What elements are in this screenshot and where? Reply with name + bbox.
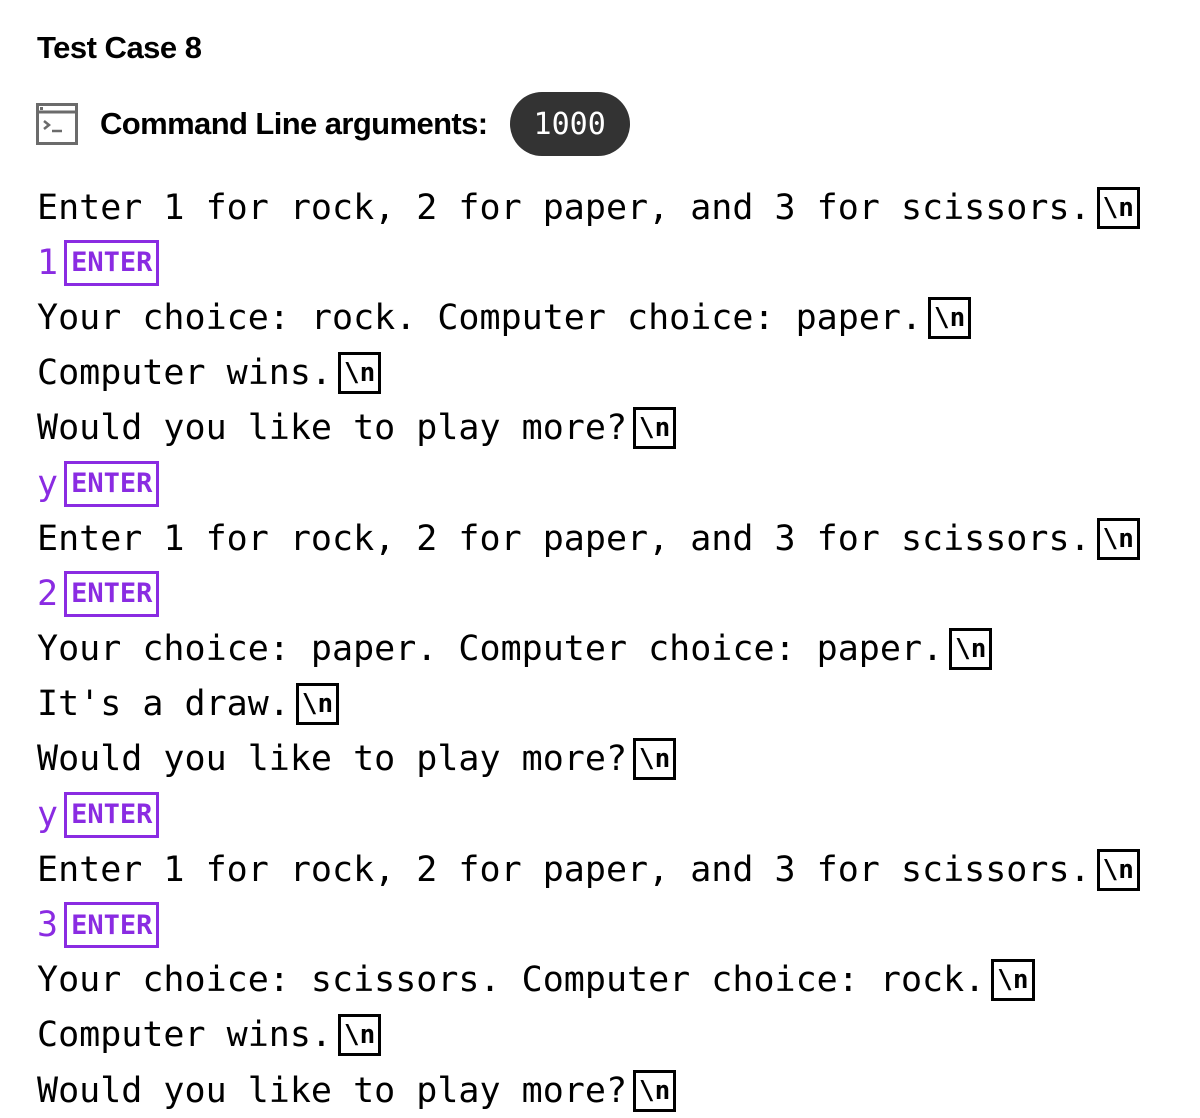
newline-marker: \n: [991, 959, 1035, 1002]
program-output-line: Enter 1 for rock, 2 for paper, and 3 for…: [37, 511, 1140, 566]
program-output-line: Computer wins. \n: [37, 1008, 1140, 1063]
enter-key-marker: ENTER: [64, 902, 160, 949]
output-text: Would you like to play more?: [37, 408, 628, 449]
input-text: y: [37, 463, 59, 504]
output-text: Your choice: paper. Computer choice: pap…: [37, 629, 944, 670]
program-output-line: It's a draw. \n: [37, 677, 1140, 732]
newline-marker: \n: [295, 683, 340, 726]
command-line-label: Command Line arguments:: [100, 106, 488, 141]
newline-marker: \n: [633, 407, 677, 450]
user-input-line: 1 ENTER: [37, 235, 1140, 290]
argument-value-badge: 1000: [509, 92, 630, 156]
input-text: 3: [37, 905, 59, 946]
input-text: 1: [37, 242, 59, 283]
program-output-line: Your choice: rock. Computer choice: pape…: [37, 290, 1140, 345]
newline-marker: \n: [949, 628, 993, 671]
user-input-line: 2 ENTER: [37, 566, 1140, 621]
test-case-title: Test Case 8: [37, 30, 202, 65]
user-input-line: 3 ENTER: [37, 897, 1140, 952]
output-text: Would you like to play more?: [37, 739, 628, 780]
newline-marker: \n: [928, 296, 972, 339]
input-text: y: [37, 794, 59, 835]
program-output-line: Would you like to play more? \n: [37, 401, 1140, 456]
enter-key-marker: ENTER: [64, 791, 160, 838]
enter-key-marker: ENTER: [64, 460, 160, 507]
program-output-line: Would you like to play more? \n: [37, 732, 1140, 787]
output-text: Enter 1 for rock, 2 for paper, and 3 for…: [37, 518, 1091, 559]
terminal-icon: [36, 103, 78, 145]
program-output-line: Enter 1 for rock, 2 for paper, and 3 for…: [37, 842, 1140, 897]
enter-key-marker: ENTER: [64, 239, 160, 286]
output-text: Computer wins.: [37, 1015, 333, 1056]
output-text: Enter 1 for rock, 2 for paper, and 3 for…: [37, 187, 1091, 228]
output-text: Would you like to play more?: [37, 1070, 628, 1111]
newline-marker: \n: [338, 1014, 382, 1057]
newline-marker: \n: [1096, 517, 1140, 560]
output-text: Enter 1 for rock, 2 for paper, and 3 for…: [37, 849, 1091, 890]
program-output-line: Would you like to play more? \n: [37, 1063, 1140, 1118]
program-output-line: Enter 1 for rock, 2 for paper, and 3 for…: [37, 180, 1140, 235]
enter-key-marker: ENTER: [64, 570, 160, 617]
newline-marker: \n: [633, 1069, 677, 1112]
input-text: 2: [37, 573, 59, 614]
command-line-arguments-row: Command Line arguments: 1000: [36, 92, 630, 156]
newline-marker: \n: [633, 738, 677, 781]
output-text: Your choice: scissors. Computer choice: …: [37, 960, 986, 1001]
console-output: Enter 1 for rock, 2 for paper, and 3 for…: [37, 180, 1140, 1118]
program-output-line: Your choice: paper. Computer choice: pap…: [37, 622, 1140, 677]
program-output-line: Your choice: scissors. Computer choice: …: [37, 953, 1140, 1008]
output-text: It's a draw.: [37, 684, 290, 725]
newline-marker: \n: [1096, 186, 1140, 229]
output-text: Your choice: rock. Computer choice: pape…: [37, 297, 923, 338]
user-input-line: y ENTER: [37, 456, 1140, 511]
newline-marker: \n: [338, 352, 382, 395]
user-input-line: y ENTER: [37, 787, 1140, 842]
newline-marker: \n: [1096, 848, 1140, 891]
output-text: Computer wins.: [37, 353, 333, 394]
program-output-line: Computer wins. \n: [37, 346, 1140, 401]
